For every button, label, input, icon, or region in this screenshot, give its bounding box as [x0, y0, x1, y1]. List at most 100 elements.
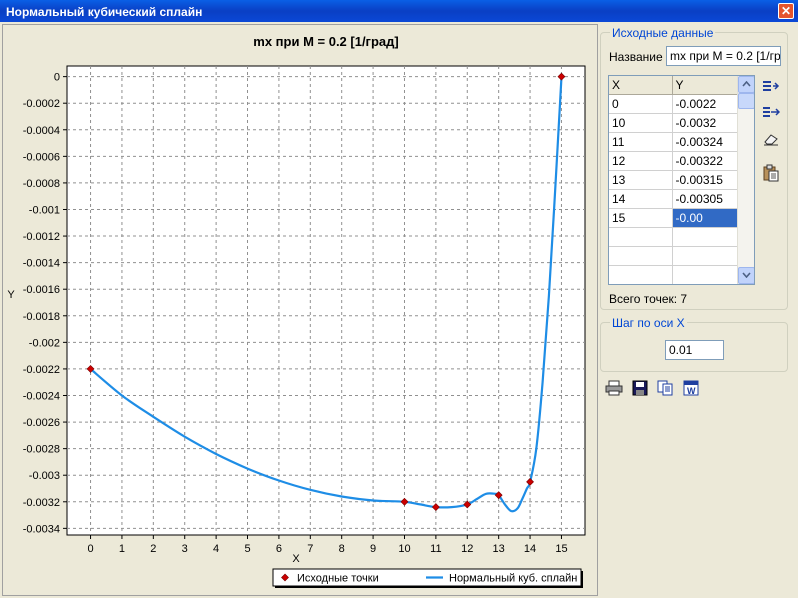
- cell-y[interactable]: -0.00322: [672, 151, 738, 171]
- right-panel: Исходные данные Название mx при M = 0.2 …: [600, 22, 798, 598]
- table-row[interactable]: 0 -0.0022: [609, 94, 738, 114]
- column-header-x[interactable]: X: [609, 76, 673, 95]
- x-tick-label: 2: [150, 543, 156, 555]
- cell-x[interactable]: 0: [609, 94, 673, 114]
- grid-scrollbar[interactable]: [737, 76, 754, 284]
- points-grid[interactable]: X Y 0 -0.0022 10 -0.0032 11 -0.00324 12 -0.0…: [608, 75, 755, 285]
- cell-y-selected[interactable]: -0.00: [672, 208, 738, 228]
- x-tick-label: 10: [398, 543, 410, 555]
- y-tick-label: -0.0032: [23, 497, 60, 509]
- legend-label-spline: Нормальный куб. сплайн: [449, 573, 577, 585]
- x-tick-label: 1: [119, 543, 125, 555]
- close-button[interactable]: ✕: [778, 3, 794, 19]
- chart-title: mx при M = 0.2 [1/град]: [253, 34, 398, 49]
- table-row-empty[interactable]: [609, 265, 738, 284]
- cell-y[interactable]: -0.0032: [672, 113, 738, 133]
- scroll-up-button[interactable]: [738, 76, 754, 93]
- y-tick-label: -0.002: [29, 337, 60, 349]
- x-tick-label: 12: [461, 543, 473, 555]
- window-title: Нормальный кубический сплайн: [6, 5, 203, 19]
- y-tick-label: -0.0002: [23, 98, 60, 110]
- word-export-button[interactable]: W: [681, 378, 701, 398]
- svg-text:W: W: [687, 386, 696, 396]
- y-tick-label: -0.0024: [23, 390, 60, 402]
- y-tick-label: -0.003: [29, 470, 60, 482]
- table-row[interactable]: 12 -0.00322: [609, 151, 738, 171]
- x-tick-label: 9: [370, 543, 376, 555]
- cell-x-empty[interactable]: [609, 246, 673, 266]
- y-tick-label: -0.0008: [23, 178, 60, 190]
- cell-y[interactable]: -0.0022: [672, 94, 738, 114]
- x-tick-label: 14: [524, 543, 536, 555]
- x-tick-label: 13: [493, 543, 505, 555]
- table-row-empty[interactable]: [609, 246, 738, 266]
- clear-button[interactable]: [761, 129, 781, 149]
- eraser-icon: [764, 134, 778, 146]
- x-tick-label: 4: [213, 543, 219, 555]
- y-tick-label: -0.0034: [23, 523, 60, 535]
- cell-y[interactable]: -0.00324: [672, 132, 738, 152]
- word-export-icon: W: [683, 380, 699, 396]
- insert-row-button[interactable]: [761, 76, 781, 96]
- print-button[interactable]: [604, 378, 624, 398]
- cell-y[interactable]: -0.00305: [672, 189, 738, 209]
- y-tick-label: -0.0006: [23, 151, 60, 163]
- x-tick-label: 7: [307, 543, 313, 555]
- x-axis-label: X: [292, 553, 300, 565]
- table-row[interactable]: 13 -0.00315: [609, 170, 738, 190]
- scroll-down-button[interactable]: [738, 267, 754, 284]
- table-row-empty[interactable]: [609, 227, 738, 247]
- window-titlebar: Нормальный кубический сплайн ✕: [0, 0, 798, 22]
- save-button[interactable]: [630, 378, 650, 398]
- cell-x[interactable]: 11: [609, 132, 673, 152]
- copy-icon: [657, 380, 673, 396]
- cell-y-empty[interactable]: [672, 265, 738, 284]
- cell-x-empty[interactable]: [609, 265, 673, 284]
- y-tick-label: -0.0004: [23, 125, 60, 137]
- column-header-y[interactable]: Y: [672, 76, 738, 95]
- chart-panel: mx при M = 0.2 [1/град] 0 1 2 3 4 5 6 7 8 9 10 11 12 1…: [2, 24, 598, 596]
- cell-y-empty[interactable]: [672, 227, 738, 247]
- table-row[interactable]: 10 -0.0032: [609, 113, 738, 133]
- append-row-icon: [763, 107, 780, 117]
- x-tick-label: 6: [276, 543, 282, 555]
- x-tick-label: 15: [555, 543, 567, 555]
- step-input[interactable]: 0.01: [665, 340, 724, 360]
- table-row[interactable]: 15 -0.00: [609, 208, 738, 228]
- legend-label-points: Исходные точки: [297, 573, 379, 585]
- table-row[interactable]: 14 -0.00305: [609, 189, 738, 209]
- cell-x-empty[interactable]: [609, 227, 673, 247]
- name-label: Название: [609, 50, 663, 64]
- cell-x[interactable]: 13: [609, 170, 673, 190]
- name-field[interactable]: mx при M = 0.2 [1/гр: [666, 46, 781, 66]
- table-row[interactable]: 11 -0.00324: [609, 132, 738, 152]
- x-tick-label: 3: [182, 543, 188, 555]
- cell-x[interactable]: 14: [609, 189, 673, 209]
- x-tick-label: 5: [244, 543, 250, 555]
- scroll-thumb[interactable]: [738, 93, 754, 109]
- cell-y-empty[interactable]: [672, 246, 738, 266]
- cell-x[interactable]: 10: [609, 113, 673, 133]
- copy-button[interactable]: [655, 378, 675, 398]
- paste-button[interactable]: [761, 163, 781, 183]
- y-tick-label: -0.0016: [23, 284, 60, 296]
- step-group-title: Шаг по оси X: [610, 316, 687, 330]
- x-tick-label: 11: [430, 543, 441, 555]
- insert-row-icon: [763, 81, 780, 91]
- append-row-button[interactable]: [761, 102, 781, 122]
- cell-y[interactable]: -0.00315: [672, 170, 738, 190]
- x-tick-label: 8: [339, 543, 345, 555]
- y-tick-label: -0.001: [29, 204, 60, 216]
- y-tick-label: -0.0012: [23, 231, 60, 243]
- total-points-label: Всего точек: 7: [609, 292, 688, 306]
- cell-x[interactable]: 12: [609, 151, 673, 171]
- y-tick-label: 0: [54, 72, 60, 84]
- save-icon: [632, 380, 648, 396]
- x-tick-label: 0: [87, 543, 93, 555]
- print-icon: [605, 380, 623, 396]
- y-tick-label: -0.0026: [23, 417, 60, 429]
- close-icon: ✕: [780, 4, 792, 18]
- cell-x[interactable]: 15: [609, 208, 673, 228]
- paste-icon: [763, 164, 779, 182]
- spline-chart: mx при M = 0.2 [1/град]0 1 2 3 4 5 6 7 8 9 10 11 12 1…: [7, 34, 586, 588]
